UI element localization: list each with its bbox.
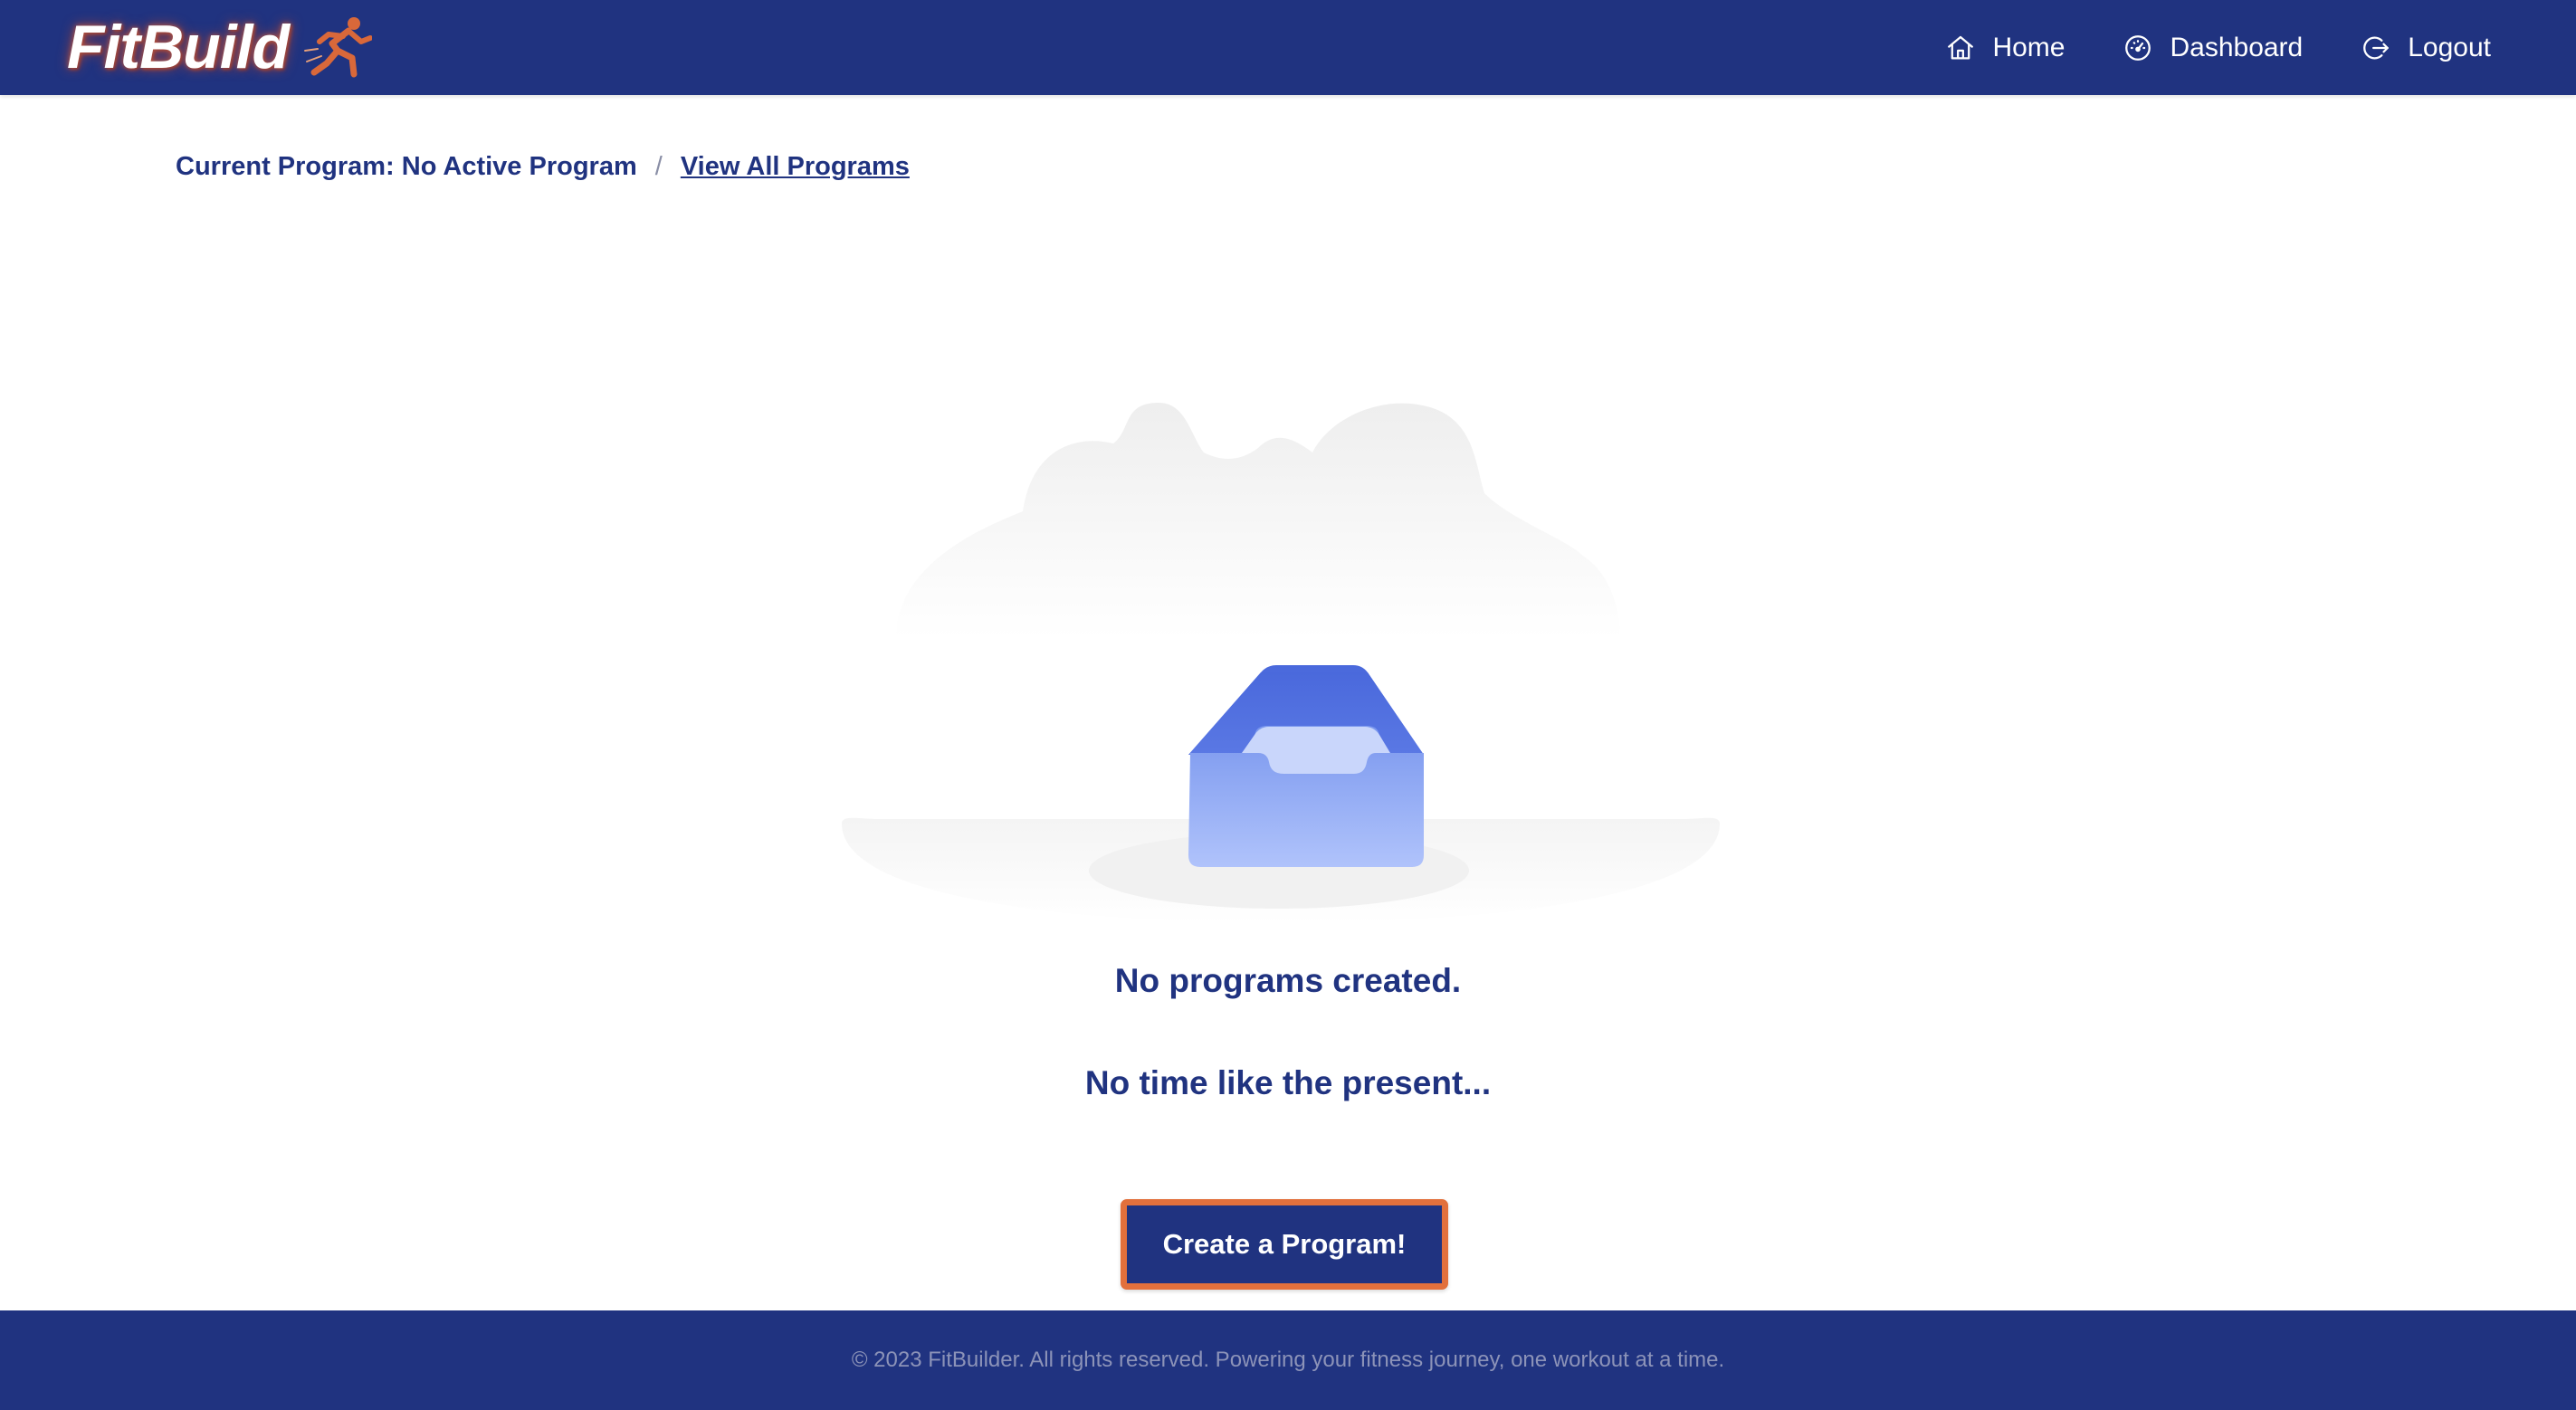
footer-copyright: © 2023 FitBuilder. All rights reserved. … bbox=[851, 1348, 1725, 1372]
nav-logout-label: Logout bbox=[2408, 32, 2491, 62]
brand-name: FitBuild bbox=[67, 13, 290, 81]
dashboard-gauge-icon bbox=[2123, 33, 2153, 63]
empty-state-subtitle: No time like the present... bbox=[1084, 1064, 1492, 1101]
nav-dashboard-label: Dashboard bbox=[2170, 32, 2304, 62]
nav-dashboard[interactable]: Dashboard bbox=[2123, 33, 2303, 63]
footer: © 2023 FitBuilder. All rights reserved. … bbox=[0, 1310, 2576, 1410]
home-icon bbox=[1945, 33, 1976, 63]
create-program-button[interactable]: Create a Program! bbox=[1121, 1199, 1448, 1290]
nav-home-label: Home bbox=[1992, 32, 2066, 62]
current-program-label: Current Program: No Active Program bbox=[176, 152, 637, 181]
view-all-programs-link[interactable]: View All Programs bbox=[681, 152, 910, 182]
nav-home[interactable]: Home bbox=[1945, 33, 2065, 63]
empty-inbox-tray-icon bbox=[842, 403, 1720, 923]
nav-logout[interactable]: Logout bbox=[2361, 33, 2491, 63]
empty-state-title: No programs created. bbox=[1114, 962, 1462, 999]
top-navbar: FitBuild Home Dashboard Logout bbox=[0, 0, 2576, 95]
logout-icon bbox=[2361, 33, 2391, 63]
breadcrumb: Current Program: No Active Program / Vie… bbox=[176, 152, 910, 182]
sprinter-icon bbox=[304, 17, 373, 78]
brand-logo[interactable]: FitBuild bbox=[67, 7, 373, 87]
main-nav: Home Dashboard Logout bbox=[1887, 0, 2491, 95]
breadcrumb-separator: / bbox=[654, 152, 663, 181]
